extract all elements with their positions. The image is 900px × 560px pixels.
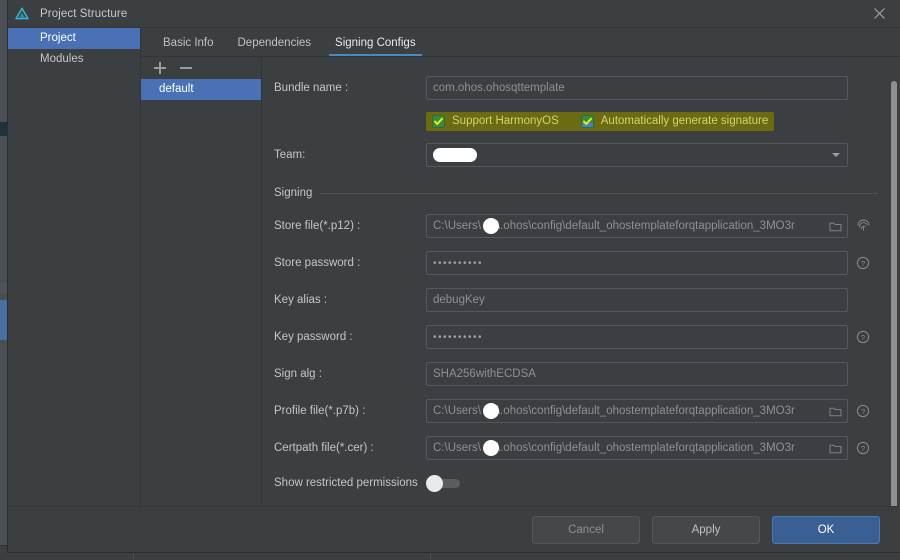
team-row: Team: <box>274 136 878 173</box>
store-password-input[interactable]: •••••••••• <box>426 251 848 275</box>
checkmark-icon <box>581 115 594 128</box>
checkbox-auto-generate-signature[interactable]: Automatically generate signature <box>581 115 769 128</box>
team-select[interactable] <box>426 143 848 167</box>
sign-alg-label: Sign alg : <box>274 368 426 380</box>
ok-button[interactable]: OK <box>772 516 880 544</box>
show-restricted-permissions-row: Show restricted permissions <box>274 466 878 500</box>
ide-left-gutter <box>0 0 8 545</box>
store-password-value: •••••••••• <box>433 258 483 269</box>
tab-dependencies[interactable]: Dependencies <box>226 37 324 56</box>
signing-config-list-toolbar <box>141 57 261 79</box>
toggle-knob <box>426 475 443 492</box>
checkbox-support-harmonyos[interactable]: Support HarmonyOS <box>432 115 559 128</box>
tab-signing-configs[interactable]: Signing Configs <box>323 37 428 56</box>
signing-config-list-pane: default <box>141 57 262 506</box>
team-value-redacted <box>433 148 477 162</box>
key-password-row: Key password : •••••••••• ? <box>274 318 878 355</box>
panes: default Bundle name : com.ohos.ohosqttem… <box>141 57 900 506</box>
store-file-row: Store file(*.p12) : C:\Users\ an\.ohos\c… <box>274 207 878 244</box>
checkbox-row: Support HarmonyOS Automatically generate… <box>274 106 878 136</box>
folder-icon[interactable] <box>829 404 842 417</box>
tab-bar: Basic Info Dependencies Signing Configs <box>141 28 900 57</box>
fingerprint-icon[interactable] <box>848 218 878 233</box>
bundle-name-row: Bundle name : com.ohos.ohosqttemplate <box>274 69 878 106</box>
signing-section-header: Signing <box>274 179 878 207</box>
svg-text:?: ? <box>861 332 865 341</box>
key-alias-label: Key alias : <box>274 294 426 306</box>
help-icon[interactable]: ? <box>848 404 878 418</box>
key-alias-row: Key alias : debugKey <box>274 281 878 318</box>
project-structure-dialog: Project Structure Project Modules Basic … <box>8 0 900 552</box>
form-scrollbar[interactable] <box>890 59 898 504</box>
store-password-row: Store password : •••••••••• ? <box>274 244 878 281</box>
folder-icon[interactable] <box>829 441 842 454</box>
list-item[interactable]: default <box>141 79 261 100</box>
key-password-value: •••••••••• <box>433 332 483 343</box>
folder-icon[interactable] <box>829 219 842 232</box>
dialog-title-bar: Project Structure <box>8 0 900 28</box>
dialog-content: Basic Info Dependencies Signing Configs … <box>141 28 900 506</box>
bundle-name-input[interactable]: com.ohos.ohosqttemplate <box>426 76 848 100</box>
certpath-file-row: Certpath file(*.cer) : C:\Users\ an\.oho… <box>274 429 878 466</box>
dialog-sidebar: Project Modules <box>8 28 141 506</box>
checkbox-auto-generate-signature-label: Automatically generate signature <box>601 115 769 127</box>
store-file-label: Store file(*.p12) : <box>274 220 426 232</box>
sign-alg-input[interactable]: SHA256withECDSA <box>426 362 848 386</box>
tab-basic-info[interactable]: Basic Info <box>151 37 226 56</box>
profile-file-row: Profile file(*.p7b) : C:\Users\ an\.ohos… <box>274 392 878 429</box>
chevron-down-icon <box>832 153 840 157</box>
scrollbar-thumb[interactable] <box>891 81 897 506</box>
signing-section-title: Signing <box>274 187 320 199</box>
show-restricted-permissions-label: Show restricted permissions <box>274 477 418 489</box>
section-divider <box>320 193 878 194</box>
sidebar-item-project[interactable]: Project <box>8 28 140 49</box>
help-icon[interactable]: ? <box>848 441 878 455</box>
certpath-file-value: C:\Users\ an\.ohos\config\default_ohoste… <box>433 442 795 454</box>
team-label: Team: <box>274 149 426 161</box>
checkmark-icon <box>432 115 445 128</box>
plus-icon[interactable] <box>153 61 167 75</box>
help-icon[interactable]: ? <box>848 330 878 344</box>
sign-alg-row: Sign alg : SHA256withECDSA <box>274 355 878 392</box>
key-alias-input[interactable]: debugKey <box>426 288 848 312</box>
store-file-value: C:\Users\ an\.ohos\config\default_ohoste… <box>433 220 795 232</box>
cancel-button[interactable]: Cancel <box>532 516 640 544</box>
svg-text:?: ? <box>861 406 865 415</box>
store-file-input[interactable]: C:\Users\ an\.ohos\config\default_ohoste… <box>426 214 848 238</box>
harmony-triangle-logo-icon <box>14 6 30 22</box>
profile-file-label: Profile file(*.p7b) : <box>274 405 426 417</box>
minus-icon[interactable] <box>179 61 193 75</box>
dialog-footer: Cancel Apply OK <box>8 506 900 552</box>
checkbox-support-harmonyos-label: Support HarmonyOS <box>452 115 559 127</box>
help-icon[interactable]: ? <box>848 256 878 270</box>
show-restricted-permissions-toggle[interactable] <box>430 479 460 488</box>
apply-button[interactable]: Apply <box>652 516 760 544</box>
signing-form-pane: Bundle name : com.ohos.ohosqttemplate <box>262 57 900 506</box>
profile-file-value: C:\Users\ an\.ohos\config\default_ohoste… <box>433 405 795 417</box>
svg-text:?: ? <box>861 443 865 452</box>
store-password-label: Store password : <box>274 257 426 269</box>
certpath-file-label: Certpath file(*.cer) : <box>274 442 426 454</box>
certpath-file-input[interactable]: C:\Users\ an\.ohos\config\default_ohoste… <box>426 436 848 460</box>
profile-file-input[interactable]: C:\Users\ an\.ohos\config\default_ohoste… <box>426 399 848 423</box>
checkbox-highlight-band: Support HarmonyOS Automatically generate… <box>426 112 774 131</box>
svg-text:?: ? <box>861 258 865 267</box>
key-password-label: Key password : <box>274 331 426 343</box>
sidebar-item-modules[interactable]: Modules <box>8 49 140 70</box>
key-password-input[interactable]: •••••••••• <box>426 325 848 349</box>
dialog-title: Project Structure <box>40 8 127 20</box>
close-icon[interactable] <box>858 0 900 27</box>
bundle-name-label: Bundle name : <box>274 82 426 94</box>
dialog-body: Project Modules Basic Info Dependencies … <box>8 28 900 506</box>
